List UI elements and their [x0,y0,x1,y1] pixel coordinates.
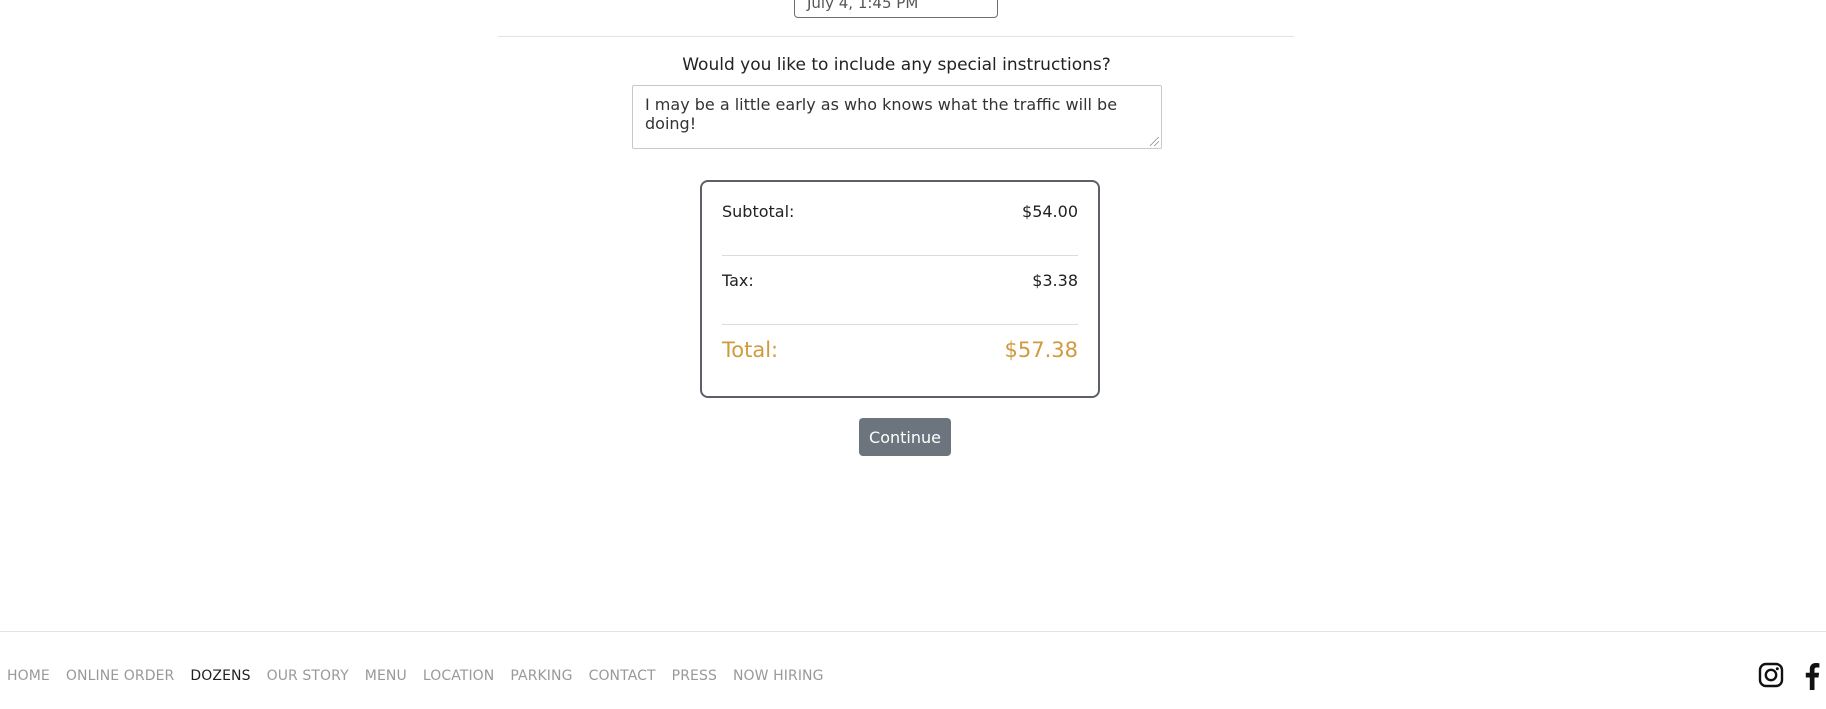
subtotal-label: Subtotal: [722,202,795,221]
footer-link-press[interactable]: PRESS [672,668,717,684]
tax-row: Tax: $3.38 [722,271,1078,290]
instagram-icon[interactable] [1758,662,1784,688]
footer-link-dozens[interactable]: DOZENS [190,668,250,684]
checkout-page: July 4, 1:45 PM Would you like to includ… [0,0,1826,709]
total-label: Total: [722,338,779,362]
footer-link-contact[interactable]: CONTACT [589,668,656,684]
total-row: Total: $57.38 [722,338,1078,362]
footer-link-home[interactable]: HOME [7,668,50,684]
order-summary-card: Subtotal: $54.00 Tax: $3.38 Total: $57.3… [700,180,1100,398]
footer-link-menu[interactable]: MENU [365,668,407,684]
summary-divider [722,324,1078,325]
pickup-time-select[interactable]: July 4, 1:45 PM [794,0,998,18]
section-divider [498,36,1294,37]
special-instructions-input[interactable]: I may be a little early as who knows wha… [632,85,1162,149]
facebook-icon[interactable] [1804,662,1820,690]
continue-button[interactable]: Continue [859,418,951,456]
footer-link-online-order[interactable]: ONLINE ORDER [66,668,175,684]
textarea-resize-handle[interactable] [1150,137,1159,146]
footer-link-parking[interactable]: PARKING [510,668,572,684]
summary-divider [722,255,1078,256]
footer-link-location[interactable]: LOCATION [423,668,495,684]
subtotal-value: $54.00 [1022,202,1078,221]
subtotal-row: Subtotal: $54.00 [722,202,1078,221]
footer-divider [0,631,1826,632]
special-instructions-label: Would you like to include any special in… [682,55,1111,75]
footer-link-now-hiring[interactable]: NOW HIRING [733,668,824,684]
total-value: $57.38 [1004,338,1078,362]
tax-label: Tax: [722,271,754,290]
footer-nav: HOME ONLINE ORDER DOZENS OUR STORY MENU … [7,668,824,684]
tax-value: $3.38 [1032,271,1078,290]
footer-link-our-story[interactable]: OUR STORY [267,668,349,684]
